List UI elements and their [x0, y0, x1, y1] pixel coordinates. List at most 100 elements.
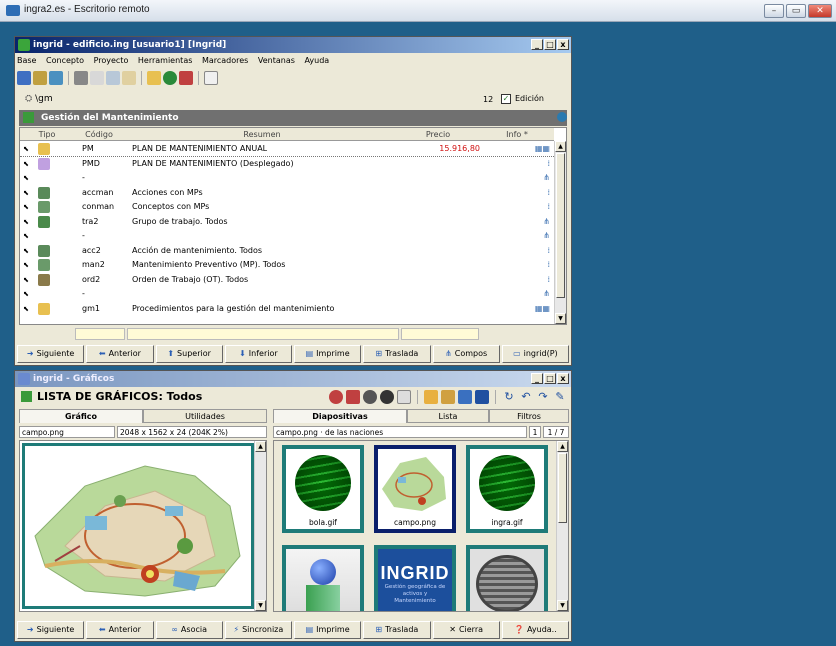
page-indicator[interactable]: 1	[529, 426, 541, 438]
grid-icon[interactable]: ▦▦	[535, 142, 550, 157]
slide-thumbnail[interactable]	[466, 545, 548, 611]
pen-icon[interactable]: ✎	[553, 390, 567, 404]
scroll-up-button[interactable]: ▲	[557, 441, 568, 452]
table-row[interactable]: ⬉ conman Conceptos con MPs ⁞	[20, 200, 554, 215]
col-tipo[interactable]: Tipo	[22, 128, 72, 141]
table-row[interactable]: ⬉ gm1 Procedimientos para la gestión del m…	[20, 302, 554, 317]
table-row[interactable]: ⬉ ord2 Orden de Trabajo (OT). Todos ⁞	[20, 273, 554, 288]
tree-icon[interactable]: ⋔	[543, 229, 550, 244]
save-as-icon[interactable]	[475, 390, 489, 404]
expand-arrow-icon[interactable]: ⬉	[23, 200, 29, 215]
tree-icon[interactable]: ⋔	[543, 215, 550, 230]
close-button[interactable]: ✕	[808, 4, 832, 18]
expand-arrow-icon[interactable]: ⬉	[23, 302, 29, 317]
col-resumen[interactable]: Resumen	[126, 128, 398, 141]
filter-resumen-input[interactable]	[127, 328, 399, 340]
globe-icon[interactable]	[163, 71, 177, 85]
table-row[interactable]: ⬉ tra2 Grupo de trabajo. Todos ⋔	[20, 215, 554, 230]
window-maximize-button[interactable]: □	[544, 373, 556, 384]
dots-icon[interactable]: ⁞	[547, 273, 550, 288]
back-icon[interactable]	[17, 71, 31, 85]
menu-herramientas[interactable]: Herramientas	[138, 56, 193, 65]
table-row[interactable]: ⬉ acc2 Acción de mantenimiento. Todos ⁞	[20, 244, 554, 259]
menu-base[interactable]: Base	[17, 56, 36, 65]
tab-grafico[interactable]: Gráfico	[19, 409, 143, 423]
slide-thumbnail[interactable]: INGRID Gestión geográfica de activos y M…	[374, 545, 456, 611]
folder-icon[interactable]	[147, 71, 161, 85]
expand-arrow-icon[interactable]: ⬉	[23, 258, 29, 273]
slide-thumbnail[interactable]: bola.gif	[282, 445, 364, 533]
tree-icon[interactable]: ⋔	[543, 171, 550, 186]
menu-ayuda[interactable]: Ayuda	[304, 56, 329, 65]
scroll-down-button[interactable]: ▼	[555, 313, 566, 324]
expand-arrow-icon[interactable]: ⬉	[23, 171, 29, 186]
slide-thumbnail[interactable]: ingra.gif	[466, 445, 548, 533]
dots-icon[interactable]: ⁞	[547, 157, 550, 172]
menu-marcadores[interactable]: Marcadores	[202, 56, 248, 65]
window-close-button[interactable]: x	[557, 39, 569, 50]
siguiente-button[interactable]: ➜ Siguiente	[17, 621, 85, 639]
scroll-thumb[interactable]	[556, 153, 565, 298]
ingrid-p-button[interactable]: ▭ ingrid(P)	[501, 345, 569, 363]
table-row[interactable]: ⬉ PMD PLAN DE MANTENIMIENTO (Desplegado) ⁞	[20, 157, 554, 172]
scroll-down-button[interactable]: ▼	[557, 600, 568, 611]
scroll-down-button[interactable]: ▼	[255, 600, 266, 611]
tab-diapositivas[interactable]: Diapositivas	[273, 409, 407, 423]
expand-arrow-icon[interactable]: ⬉	[23, 229, 29, 244]
ayuda-button[interactable]: ❓ Ayuda..	[501, 621, 569, 639]
expand-arrow-icon[interactable]: ⬉	[23, 244, 29, 259]
undo-icon[interactable]: ↶	[519, 390, 533, 404]
cierra-button[interactable]: ✕ Cierra	[432, 621, 500, 639]
table-row[interactable]: ⬉ man2 Mantenimiento Preventivo (MP). Todo…	[20, 258, 554, 273]
window-minimize-button[interactable]: _	[531, 39, 543, 50]
page-icon[interactable]	[397, 390, 411, 404]
traslada-button[interactable]: ⊞ Traslada	[363, 345, 431, 363]
filter-codigo-input[interactable]	[75, 328, 125, 340]
rotate-icon[interactable]	[363, 390, 377, 404]
help-icon[interactable]	[204, 71, 218, 85]
tab-filtros[interactable]: Filtros	[489, 409, 569, 423]
dots-icon[interactable]: ⁞	[547, 244, 550, 259]
expand-arrow-icon[interactable]: ⬉	[23, 186, 29, 201]
slide-thumbnail[interactable]	[282, 545, 364, 611]
open-image-icon[interactable]	[424, 390, 438, 404]
slide-thumbnail-selected[interactable]: campo.png	[374, 445, 456, 533]
menu-ventanas[interactable]: Ventanas	[258, 56, 295, 65]
inferior-button[interactable]: ⬇ Inferior	[224, 345, 292, 363]
paste-icon[interactable]	[122, 71, 136, 85]
dots-icon[interactable]: ⁞	[547, 258, 550, 273]
tab-lista[interactable]: Lista	[407, 409, 489, 423]
expand-arrow-icon[interactable]: ⬉	[23, 142, 29, 157]
scroll-thumb[interactable]	[558, 453, 567, 523]
tree-icon[interactable]: ⋔	[543, 287, 550, 302]
zoom-fit-icon[interactable]	[346, 390, 360, 404]
redo-icon[interactable]: ↷	[536, 390, 550, 404]
copy-icon[interactable]	[106, 71, 120, 85]
anterior-button[interactable]: ⬅ Anterior	[86, 345, 154, 363]
grid-scrollbar[interactable]: ▲ ▼	[554, 141, 566, 324]
imprime-button[interactable]: ▤ Imprime	[294, 621, 362, 639]
expand-arrow-icon[interactable]: ⬉	[23, 215, 29, 230]
sincroniza-button[interactable]: ⚡ Sincroniza	[224, 621, 292, 639]
table-icon[interactable]	[49, 71, 63, 85]
globe-icon[interactable]	[557, 112, 567, 122]
imprime-button[interactable]: ▤ Imprime	[294, 345, 362, 363]
compos-button[interactable]: ⋔ Compos	[432, 345, 500, 363]
anterior-button[interactable]: ⬅ Anterior	[86, 621, 154, 639]
expand-arrow-icon[interactable]: ⬉	[23, 157, 29, 172]
traslada-button[interactable]: ⊞ Traslada	[363, 621, 431, 639]
edicion-checkbox[interactable]: ✓	[501, 94, 511, 104]
image-viewer[interactable]: ▲ ▼	[19, 440, 267, 612]
save-icon[interactable]	[458, 390, 472, 404]
scroll-up-button[interactable]: ▲	[555, 141, 566, 152]
asocia-button[interactable]: ∞ Asocia	[155, 621, 223, 639]
dots-icon[interactable]: ⁞	[547, 186, 550, 201]
table-row[interactable]: ⬉ - ⋔	[20, 171, 554, 186]
table-row[interactable]: ⬉ PM PLAN DE MANTENIMIENTO ANUAL 15.916,80 ▦…	[20, 142, 554, 157]
slides-scrollbar[interactable]: ▲ ▼	[556, 441, 568, 611]
grid-icon[interactable]: ▦▦	[535, 302, 550, 317]
siguiente-button[interactable]: ➜ Siguiente	[17, 345, 85, 363]
table-row[interactable]: ⬉ accman Acciones con MPs ⁞	[20, 186, 554, 201]
dots-icon[interactable]: ⁞	[547, 200, 550, 215]
table-row[interactable]: ⬉ - ⋔	[20, 287, 554, 302]
